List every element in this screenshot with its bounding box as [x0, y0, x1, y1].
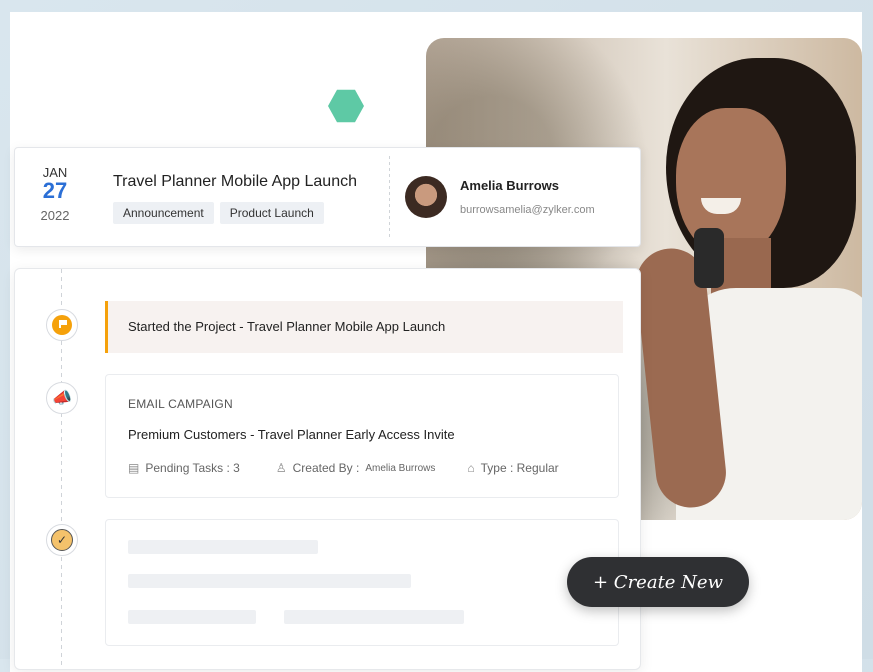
campaign-meta: ▤ Pending Tasks : 3 ♙ Created By : Ameli… [128, 461, 559, 475]
tag-icon: ⌂ [467, 461, 475, 475]
tag-product-launch[interactable]: Product Launch [219, 202, 324, 224]
skeleton-bar [128, 574, 411, 588]
campaign-label: EMAIL CAMPAIGN [128, 397, 233, 411]
date-year: 2022 [40, 208, 70, 223]
timeline-node-campaign: 📣 [46, 382, 78, 414]
event-date: JAN 27 2022 [33, 166, 77, 224]
timeline-node-complete: ✓ [46, 524, 78, 556]
divider [389, 156, 390, 238]
pending-tasks: ▤ Pending Tasks : 3 [128, 461, 240, 475]
tag-announcement[interactable]: Announcement [113, 202, 214, 224]
created-by: ♙ Created By : Amelia Burrows [276, 461, 436, 475]
created-by-value: Amelia Burrows [365, 462, 436, 474]
user-icon: ♙ [275, 461, 287, 475]
skeleton-bar [284, 610, 464, 624]
skeleton-bar [128, 610, 256, 624]
contact-name[interactable]: Amelia Burrows [460, 178, 559, 193]
started-project-text: Started the Project - Travel Planner Mob… [128, 319, 446, 334]
campaign-title[interactable]: Premium Customers - Travel Planner Early… [128, 427, 455, 442]
contact-email[interactable]: burrowsamelia@zylker.com [460, 204, 595, 216]
pending-tasks-text: Pending Tasks : 3 [145, 461, 240, 475]
avatar[interactable] [405, 176, 447, 218]
created-by-label: Created By : [292, 461, 360, 475]
date-day: 27 [42, 178, 68, 203]
started-project-item[interactable]: Started the Project - Travel Planner Mob… [105, 301, 623, 353]
campaign-type: ⌂ Type : Regular [467, 461, 558, 475]
document-icon: ▤ [128, 461, 140, 475]
create-new-button[interactable]: + Create New [567, 557, 749, 607]
check-circle-icon: ✓ [51, 529, 73, 551]
skeleton-bar [128, 540, 318, 554]
megaphone-icon: 📣 [52, 390, 72, 407]
event-title[interactable]: Travel Planner Mobile App Launch [113, 173, 357, 191]
event-tags: Announcement Product Launch [113, 202, 324, 224]
campaign-type-text: Type : Regular [480, 461, 559, 475]
timeline-node-start [46, 309, 78, 341]
skeleton-card [105, 519, 619, 646]
flag-icon [52, 315, 72, 335]
timeline-panel: Started the Project - Travel Planner Mob… [14, 268, 641, 670]
event-card[interactable]: JAN 27 2022 Travel Planner Mobile App La… [14, 147, 641, 247]
email-campaign-card[interactable]: EMAIL CAMPAIGN Premium Customers - Trave… [105, 374, 619, 498]
